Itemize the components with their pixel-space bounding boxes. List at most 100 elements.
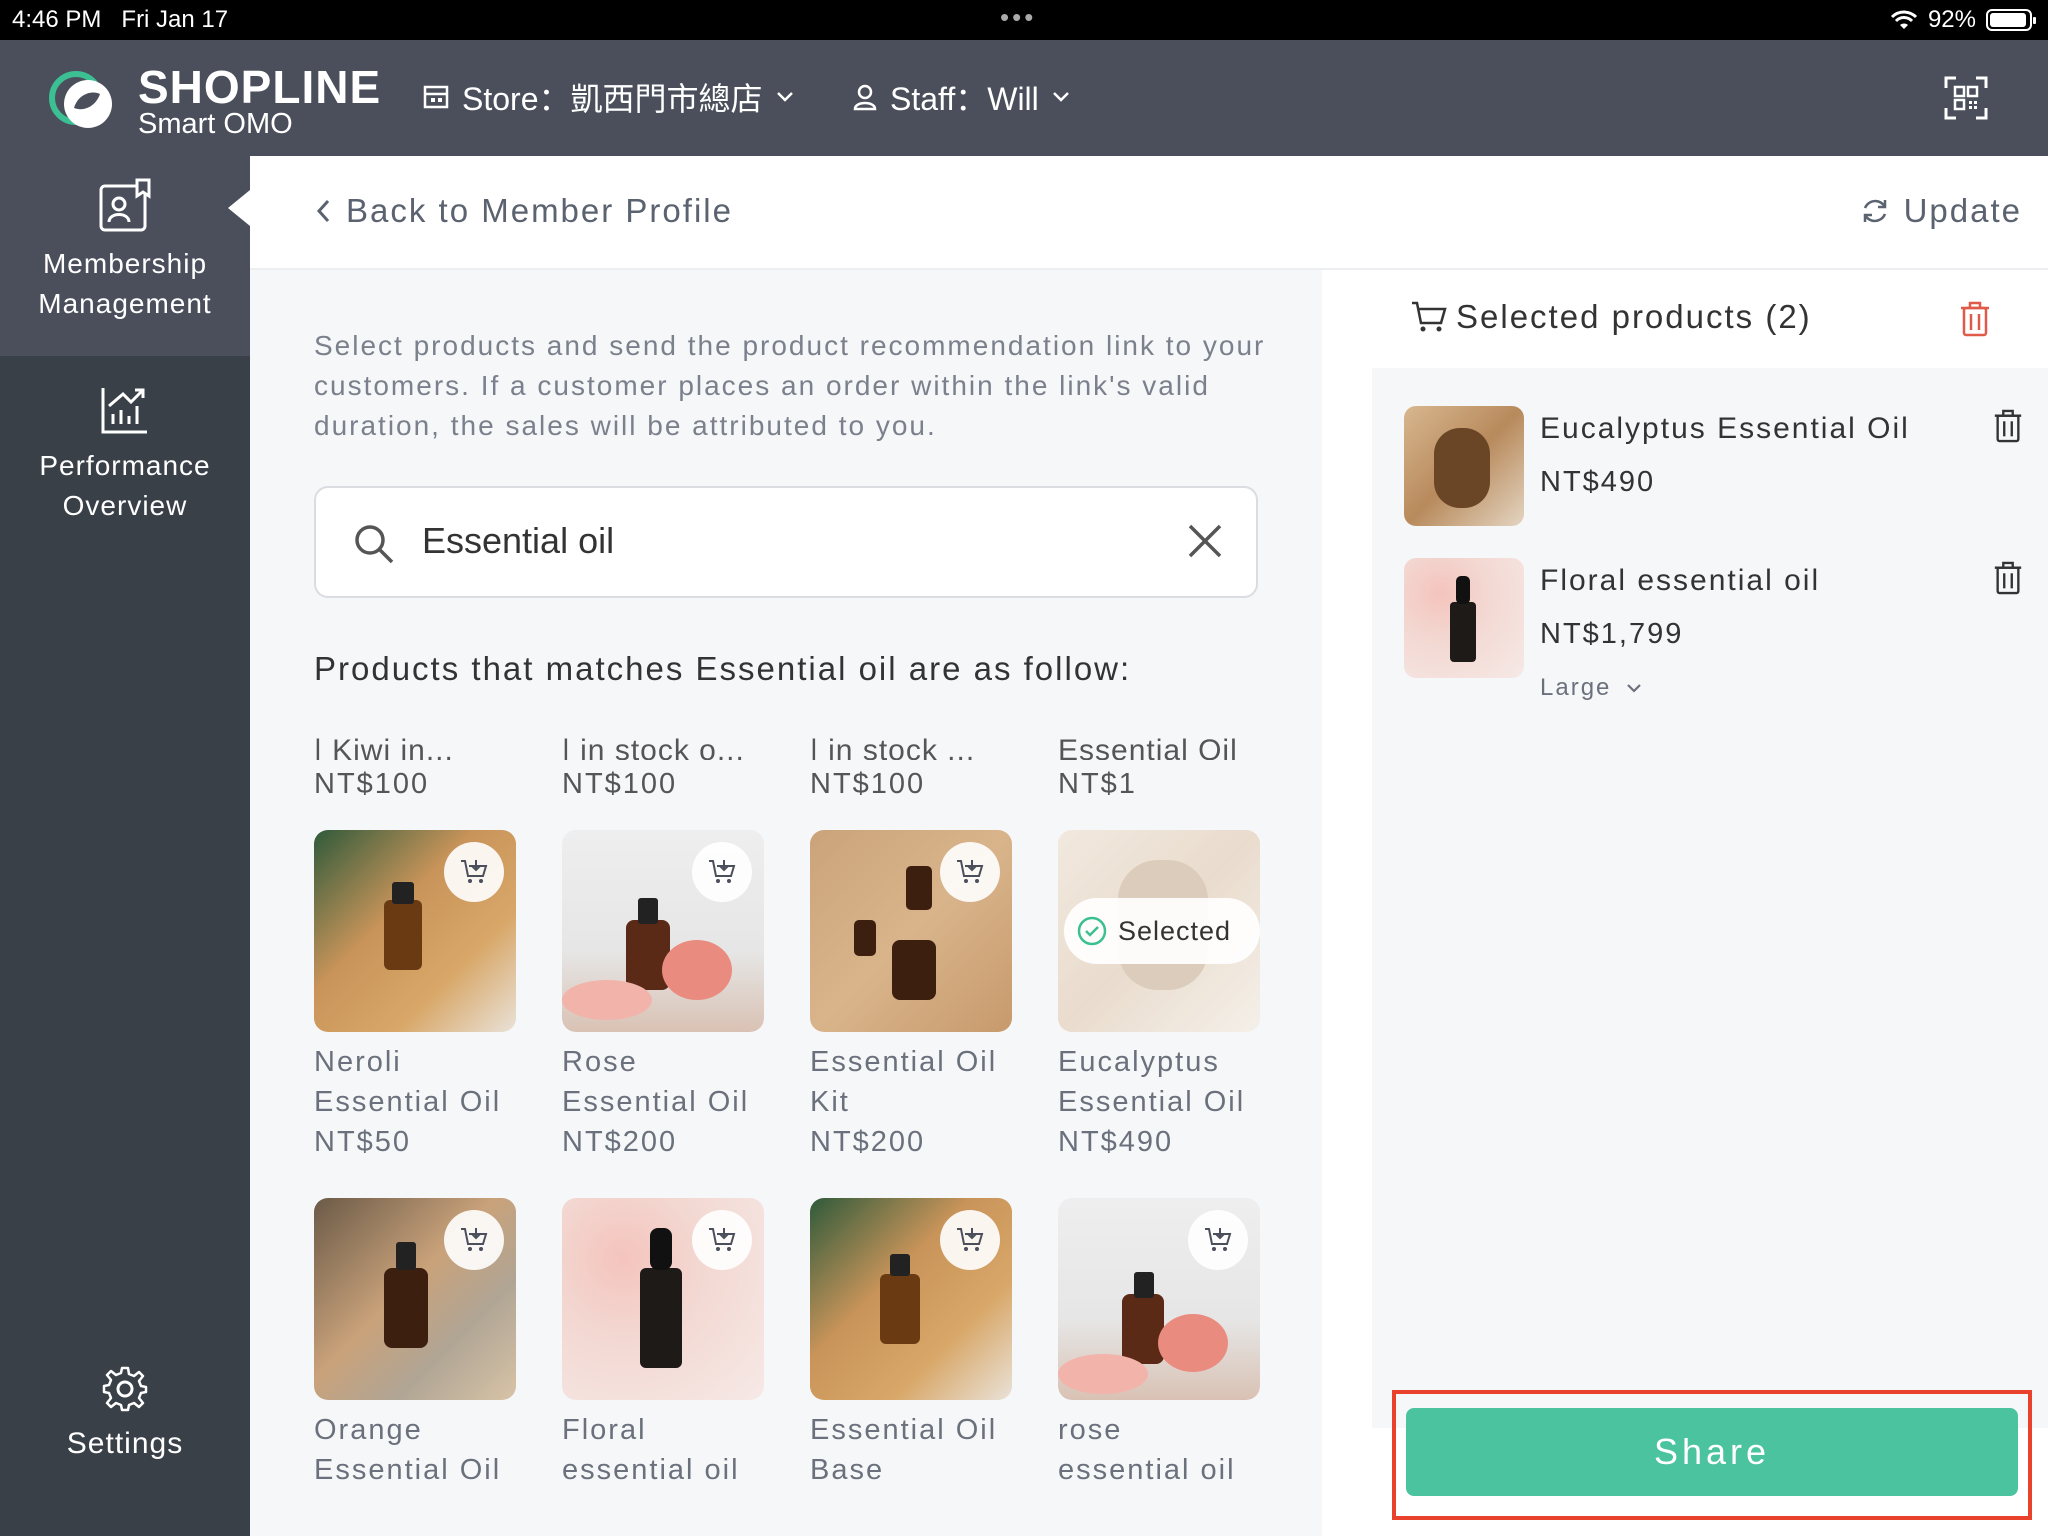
product-name: Floral essential oil <box>562 1414 740 1486</box>
add-to-cart-icon[interactable] <box>444 1210 504 1270</box>
selected-item: Floral essential oil NT$1,799 Large <box>1404 558 2024 718</box>
store-selector[interactable]: Store：凱西門市總店 <box>422 74 795 120</box>
product-card[interactable]: Orange Essential Oil <box>314 1198 516 1490</box>
product-image <box>562 830 764 1032</box>
check-circle-icon <box>1077 916 1107 946</box>
trash-icon[interactable] <box>1992 560 2024 596</box>
product-card[interactable]: Neroli Essential Oil NT$50 <box>314 830 516 1159</box>
product-card[interactable]: | Kiwi in... NT$100 <box>314 720 524 801</box>
back-button[interactable]: Back to Member Profile <box>314 192 733 230</box>
selected-item-thumbnail <box>1404 406 1524 526</box>
battery-icon <box>1986 9 2036 31</box>
search-value: Essential oil <box>422 520 615 561</box>
partial-row: | Kiwi in... NT$100 | in stock o... NT$1… <box>314 720 1314 816</box>
selected-item-price: NT$490 <box>1540 466 1656 498</box>
status-bar: 4:46 PM Fri Jan 17 ••• 92% <box>0 0 2048 40</box>
brand-name: SHOPLINE <box>138 61 382 113</box>
gear-icon <box>102 1366 148 1412</box>
multitasking-dots-icon[interactable]: ••• <box>1000 2 1036 33</box>
share-button[interactable]: Share <box>1406 1408 2018 1496</box>
variant-selector[interactable]: Large <box>1540 674 1643 702</box>
battery-percent: 92% <box>1927 6 1976 33</box>
sidebar-item-label: Overview <box>62 490 188 521</box>
product-card[interactable]: Selected Eucalyptus Essential Oil NT$490 <box>1058 830 1260 1159</box>
selected-item-price: NT$1,799 <box>1540 618 1684 650</box>
scan-qr-icon[interactable] <box>1944 76 1988 120</box>
chevron-down-icon <box>1052 92 1069 102</box>
product-card[interactable]: | in stock o... NT$100 <box>562 720 772 801</box>
update-label: Update <box>1903 192 2022 229</box>
trash-icon[interactable] <box>1992 408 2024 444</box>
product-grid: | Kiwi in... NT$100 | in stock o... NT$1… <box>314 720 1314 1536</box>
product-card[interactable]: Essential Oil Base <box>810 1198 1012 1490</box>
add-to-cart-icon[interactable] <box>692 842 752 902</box>
product-name: Neroli Essential Oil <box>314 1046 502 1118</box>
store-icon <box>423 85 449 109</box>
add-to-cart-icon[interactable] <box>940 1210 1000 1270</box>
share-highlight: Share <box>1392 1390 2032 1520</box>
selected-badge[interactable]: Selected <box>1064 898 1260 964</box>
add-to-cart-icon[interactable] <box>940 842 1000 902</box>
product-card[interactable]: Essential Oil Kit NT$200 <box>810 830 1012 1159</box>
product-name: Orange Essential Oil <box>314 1414 502 1486</box>
sidebar-item-label: Settings <box>66 1427 184 1460</box>
selected-products-panel: Selected products (2) Eucalyptus Essenti… <box>1324 270 2048 1536</box>
add-to-cart-icon[interactable] <box>444 842 504 902</box>
add-to-cart-icon[interactable] <box>1188 1210 1248 1270</box>
search-input[interactable]: Essential oil <box>314 486 1258 598</box>
product-price: NT$200 <box>562 1126 678 1158</box>
chevron-left-icon <box>316 199 330 223</box>
add-to-cart-icon[interactable] <box>692 1210 752 1270</box>
product-card[interactable]: | in stock ... NT$100 <box>810 720 1020 801</box>
product-image: Selected <box>1058 830 1260 1032</box>
sidebar-item-label: Management <box>38 288 212 319</box>
selected-products-title: Selected products (2) <box>1410 298 1812 336</box>
staff-selector[interactable]: Staff：Will <box>852 74 1071 120</box>
sidebar-item-performance[interactable]: Performance Overview <box>0 384 250 526</box>
product-image <box>562 1198 764 1400</box>
top-bar: SHOPLINE Smart OMO Store：凱西門市總店 Staff：Wi… <box>0 40 2048 156</box>
product-card[interactable]: rose essential oil <box>1058 1198 1260 1490</box>
wifi-icon <box>1890 10 1918 29</box>
store-label: Store：凱西門市總店 <box>462 81 763 117</box>
product-name: Essential Oil Base <box>810 1414 998 1486</box>
chevron-down-icon <box>1627 684 1642 693</box>
product-price: NT$100 <box>810 768 926 800</box>
sidebar: Membership Management Performance Overvi… <box>0 156 250 1536</box>
sidebar-item-membership[interactable]: Membership Management <box>0 156 250 356</box>
product-price: NT$100 <box>562 768 678 800</box>
brand-subtitle: Smart OMO <box>138 108 293 140</box>
instructions-text: Select products and send the product rec… <box>314 330 1266 441</box>
selected-item: Eucalyptus Essential Oil NT$490 <box>1404 406 2024 536</box>
page-header: Back to Member Profile Update <box>250 156 2048 270</box>
staff-label: Staff：Will <box>890 81 1039 117</box>
product-price: NT$490 <box>1058 1126 1174 1158</box>
selected-item-name: Eucalyptus Essential Oil <box>1540 412 1910 445</box>
refresh-icon <box>1863 199 1886 223</box>
staff-icon <box>853 84 877 111</box>
close-icon[interactable] <box>1184 520 1226 562</box>
product-card[interactable]: Rose Essential Oil NT$200 <box>562 830 764 1159</box>
status-time: 4:46 PM Fri Jan 17 <box>12 6 229 33</box>
product-image <box>810 830 1012 1032</box>
product-image <box>314 830 516 1032</box>
product-name: | Kiwi in... <box>314 734 454 760</box>
product-image <box>1058 1198 1260 1400</box>
sidebar-item-settings[interactable]: Settings <box>0 1364 250 1464</box>
product-price: NT$50 <box>314 1126 412 1158</box>
delete-all-trash-icon[interactable] <box>1958 300 1992 338</box>
product-name: rose essential oil <box>1058 1414 1236 1486</box>
product-image <box>314 1198 516 1400</box>
active-indicator <box>228 190 250 226</box>
member-card-icon <box>99 178 151 232</box>
results-title: Products that matches Essential oil are … <box>314 650 1132 687</box>
selected-products-header: Selected products (2) <box>1324 270 2048 374</box>
product-name: | in stock o... <box>562 734 745 760</box>
update-button[interactable]: Update <box>1860 192 2022 230</box>
product-card[interactable]: Essential Oil NT$1 <box>1058 720 1268 801</box>
product-search-panel: Select products and send the product rec… <box>250 270 1322 1536</box>
selected-products-list: Eucalyptus Essential Oil NT$490 Floral e… <box>1372 368 2048 1428</box>
selected-item-name: Floral essential oil <box>1540 564 1821 597</box>
product-card[interactable]: Floral essential oil <box>562 1198 764 1490</box>
product-price: NT$200 <box>810 1126 926 1158</box>
